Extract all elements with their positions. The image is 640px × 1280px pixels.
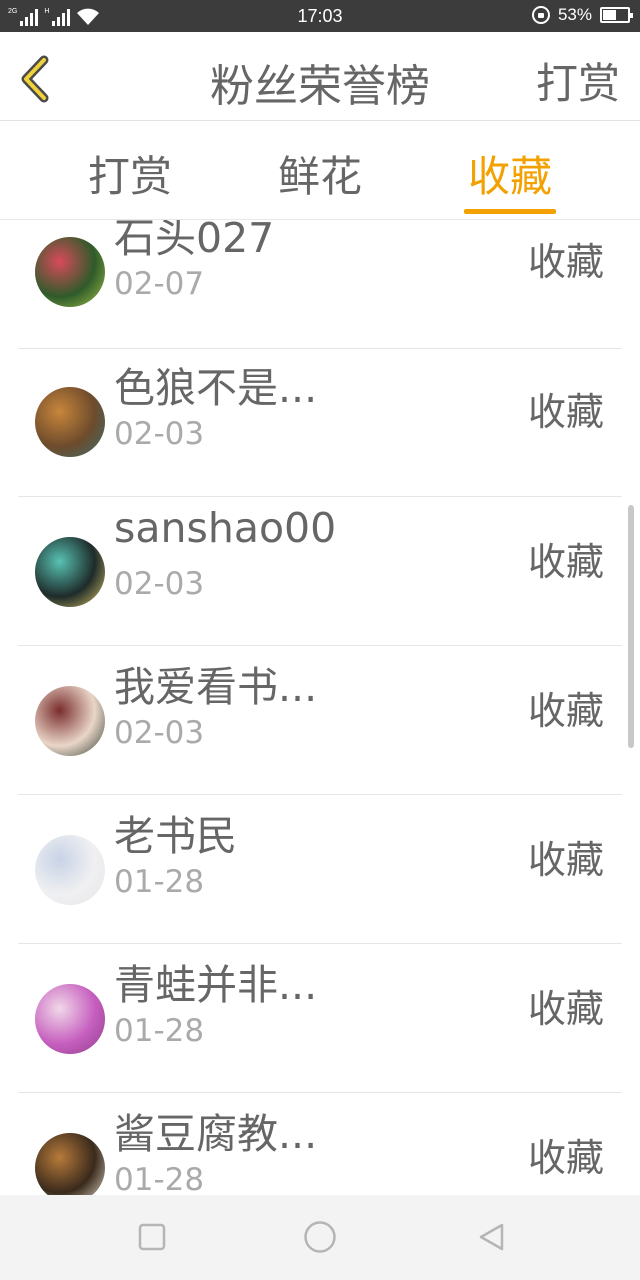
date: 02-03	[114, 715, 205, 751]
system-nav-bar	[0, 1195, 640, 1280]
app-header: 粉丝荣誉榜 打赏	[0, 32, 640, 121]
list-item[interactable]: sanshao00 02-03 收藏	[18, 497, 622, 646]
user-name: 石头027	[114, 220, 275, 262]
back-nav-icon[interactable]	[477, 1222, 507, 1252]
action-type: 收藏	[527, 240, 604, 284]
action-type: 收藏	[527, 689, 604, 733]
user-name: 青蛙并非...	[114, 961, 318, 1009]
list-item[interactable]: 酱豆腐教... 01-28 收藏	[18, 1093, 622, 1195]
user-name: 色狼不是...	[114, 364, 318, 412]
fan-list[interactable]: 石头027 02-07 收藏 色狼不是... 02-03 收藏 sanshao0…	[0, 220, 640, 1195]
tab-flowers[interactable]: 鲜花	[260, 143, 380, 204]
tab-bar: 打赏 鲜花 收藏	[0, 121, 640, 220]
date: 01-28	[114, 864, 205, 900]
battery-level	[603, 10, 616, 20]
list-item[interactable]: 老书民 01-28 收藏	[18, 795, 622, 944]
date: 01-28	[114, 1162, 205, 1195]
status-bar: 2G H 17:03 53%	[0, 0, 640, 32]
action-type: 收藏	[527, 838, 604, 882]
list-item[interactable]: 石头027 02-07 收藏	[18, 220, 622, 349]
date: 01-28	[114, 1013, 205, 1049]
list-scrollbar[interactable]	[628, 505, 634, 748]
avatar	[35, 835, 105, 905]
date: 02-03	[114, 416, 205, 452]
user-name: 酱豆腐教...	[114, 1110, 318, 1158]
action-type: 收藏	[527, 1136, 604, 1180]
tip-button[interactable]: 打赏	[536, 50, 620, 111]
list-item[interactable]: 我爱看书... 02-03 收藏	[18, 646, 622, 795]
avatar	[35, 984, 105, 1054]
rotation-lock-icon	[531, 6, 550, 24]
user-name: 我爱看书...	[114, 663, 318, 711]
battery-percent: 53%	[557, 5, 592, 24]
avatar	[35, 237, 105, 307]
date: 02-07	[114, 266, 205, 302]
avatar	[35, 537, 105, 607]
user-name: sanshao00	[114, 504, 337, 552]
battery-icon	[600, 7, 633, 23]
action-type: 收藏	[527, 987, 604, 1031]
tab-favorites[interactable]: 收藏	[450, 143, 570, 214]
avatar	[35, 1133, 105, 1195]
date: 02-03	[114, 566, 205, 602]
active-tab-indicator	[464, 209, 556, 214]
tab-tip[interactable]: 打赏	[70, 143, 190, 204]
recent-apps-icon[interactable]	[137, 1222, 167, 1252]
action-type: 收藏	[527, 540, 604, 584]
home-icon[interactable]	[303, 1220, 337, 1254]
user-name: 老书民	[114, 812, 237, 860]
tab-favorites-label: 收藏	[467, 152, 552, 201]
list-item[interactable]: 青蛙并非... 01-28 收藏	[18, 944, 622, 1093]
list-item[interactable]: 色狼不是... 02-03 收藏	[18, 348, 622, 497]
status-right: 53%	[531, 5, 633, 25]
action-type: 收藏	[527, 390, 604, 434]
avatar	[35, 686, 105, 756]
avatar	[35, 387, 105, 457]
